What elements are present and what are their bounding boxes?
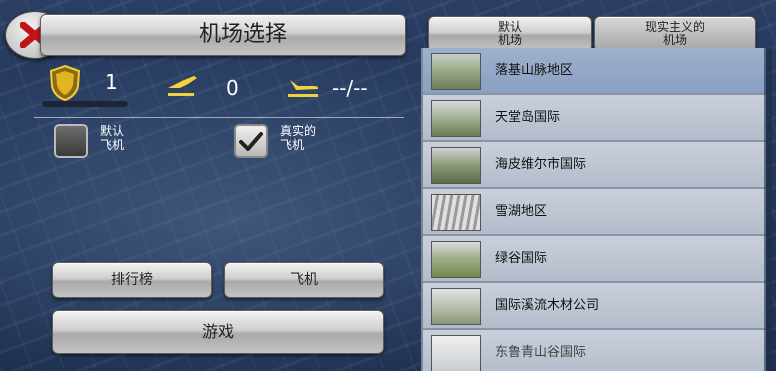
airport-item[interactable]: 落基山脉地区 — [423, 48, 766, 95]
airport-thumbnail — [431, 53, 481, 90]
airport-name: 国际溪流木材公司 — [495, 298, 600, 313]
airport-name: 东鲁青山谷国际 — [495, 345, 587, 360]
airport-thumbnail — [431, 147, 481, 184]
airport-item[interactable]: 天堂岛国际 — [423, 95, 766, 142]
divider — [34, 117, 404, 118]
airport-item[interactable]: 东鲁青山谷国际 — [423, 330, 766, 371]
airport-list-scrollbar[interactable] — [764, 48, 772, 371]
airport-name: 海皮维尔市国际 — [495, 157, 587, 172]
real-plane-label: 真实的 飞机 — [280, 124, 317, 152]
level-progress-bar — [42, 101, 128, 107]
shield-icon — [48, 64, 82, 106]
leaderboard-button[interactable]: 排行榜 — [52, 262, 212, 298]
airport-item[interactable]: 国际溪流木材公司 — [423, 283, 766, 330]
tab-realistic-airports[interactable]: 现实主义的 机场 — [594, 16, 756, 52]
airport-list[interactable]: 落基山脉地区 天堂岛国际 海皮维尔市国际 雪湖地区 绿谷国际 国际溪流木材公司 … — [421, 48, 766, 371]
airport-item[interactable]: 海皮维尔市国际 — [423, 142, 766, 189]
score-value: --/-- — [332, 76, 368, 100]
default-plane-label: 默认 飞机 — [100, 124, 125, 152]
airport-thumbnail — [431, 335, 481, 371]
airport-thumbnail — [431, 100, 481, 137]
level-value: 1 — [105, 70, 118, 94]
play-button[interactable]: 游戏 — [52, 310, 384, 354]
checkmark-icon — [239, 132, 263, 151]
takeoff-icon — [164, 72, 200, 102]
real-plane-checkbox[interactable] — [234, 124, 268, 158]
default-plane-checkbox[interactable] — [54, 124, 88, 158]
airport-thumbnail — [431, 288, 481, 325]
tab-realistic-airports-label: 现实主义的 机场 — [644, 20, 705, 47]
airport-thumbnail — [431, 241, 481, 278]
airport-name: 落基山脉地区 — [495, 63, 574, 78]
airport-name: 绿谷国际 — [495, 251, 548, 266]
title-bar: 机场选择 — [40, 14, 406, 56]
airport-name: 雪湖地区 — [495, 204, 548, 219]
tab-default-airports[interactable]: 默认 机场 — [428, 16, 592, 52]
page-title: 机场选择 — [198, 22, 287, 47]
airport-thumbnail — [431, 194, 481, 231]
airport-item[interactable]: 绿谷国际 — [423, 236, 766, 283]
flights-value: 0 — [226, 76, 239, 100]
plane-button[interactable]: 飞机 — [224, 262, 384, 298]
landing-icon — [284, 72, 322, 104]
airport-name: 天堂岛国际 — [495, 110, 561, 125]
tab-default-airports-label: 默认 机场 — [497, 20, 522, 47]
airport-item[interactable]: 雪湖地区 — [423, 189, 766, 236]
